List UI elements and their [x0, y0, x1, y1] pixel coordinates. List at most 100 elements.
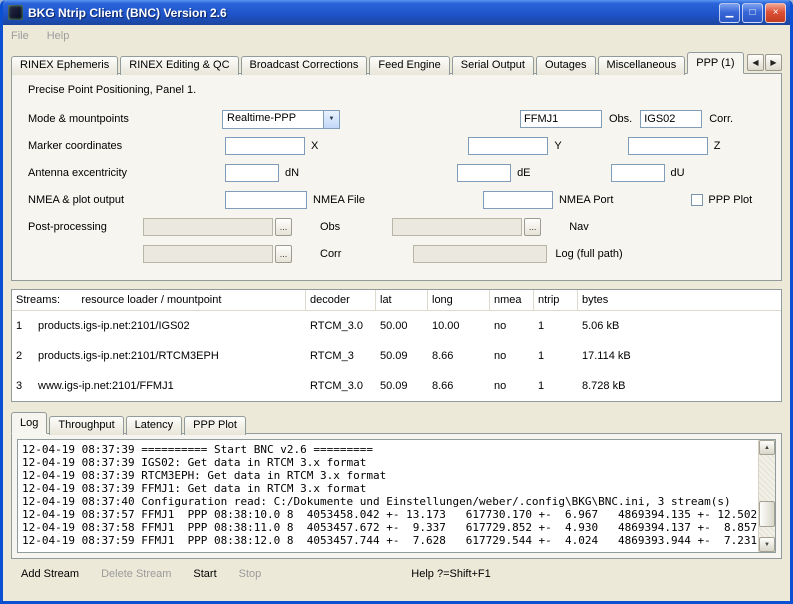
cell-bytes: 5.06 kB — [578, 320, 781, 332]
log-text: 12-04-19 08:37:39 ========== Start BNC v… — [18, 440, 758, 552]
cell-ntrip: 1 — [534, 320, 578, 332]
minimize-button[interactable]: ▁ — [719, 3, 740, 23]
x-label: X — [311, 140, 318, 152]
header-mountpoint: Streams: resource loader / mountpoint — [12, 290, 306, 311]
tab-serial-output[interactable]: Serial Output — [452, 56, 534, 75]
nmea-port-field[interactable] — [483, 191, 553, 209]
cell-mountpoint: www.igs-ip.net:2101/FFMJ1 — [34, 380, 306, 392]
tab-rinex-editing-qc[interactable]: RINEX Editing & QC — [120, 56, 238, 75]
marker-y-field[interactable] — [468, 137, 548, 155]
ppp-mode-combobox[interactable]: Realtime-PPP ▼ — [222, 110, 340, 129]
browse-nav-button[interactable]: ... — [524, 218, 541, 236]
post-corr-field — [143, 245, 273, 263]
close-icon: × — [773, 8, 779, 18]
scroll-down-button[interactable]: ▼ — [759, 537, 775, 552]
chevron-down-icon[interactable]: ▼ — [323, 111, 339, 128]
scroll-up-button[interactable]: ▲ — [759, 440, 775, 455]
browse-corr-button[interactable]: ... — [275, 245, 292, 263]
tab-outages[interactable]: Outages — [536, 56, 596, 75]
tab-broadcast-corrections[interactable]: Broadcast Corrections — [241, 56, 368, 75]
antenna-de-field[interactable] — [457, 164, 511, 182]
nmea-file-field[interactable] — [225, 191, 307, 209]
row-number: 3 — [12, 380, 34, 392]
bottom-tab-bar: Log Throughput Latency PPP Plot — [11, 412, 782, 433]
table-row[interactable]: 3 www.igs-ip.net:2101/FFMJ1 RTCM_3.0 50.… — [12, 371, 781, 401]
du-label: dU — [671, 167, 685, 179]
cell-lat: 50.09 — [376, 380, 428, 392]
log-scrollbar[interactable]: ▲ ▼ — [758, 440, 775, 552]
nmea-file-label: NMEA File — [313, 194, 365, 206]
bottom-action-bar: Add Stream Delete Stream Start Stop Help… — [11, 559, 782, 580]
mode-mountpoints-label: Mode & mountpoints — [22, 113, 222, 125]
dn-label: dN — [285, 167, 299, 179]
table-row[interactable]: 1 products.igs-ip.net:2101/IGS02 RTCM_3.… — [12, 311, 781, 341]
menu-file[interactable]: File — [11, 30, 29, 42]
corr-mountpoint-field[interactable] — [640, 110, 702, 128]
streams-table-header: Streams: resource loader / mountpoint de… — [12, 290, 781, 311]
marker-coordinates-label: Marker coordinates — [22, 140, 222, 152]
form-row-nmea: NMEA & plot output NMEA File NMEA Port P… — [22, 190, 771, 210]
menu-help[interactable]: Help — [47, 30, 70, 42]
title-bar: BKG Ntrip Client (BNC) Version 2.6 ▁ □ × — [3, 0, 790, 25]
maximize-icon: □ — [749, 8, 755, 18]
form-row-postprocessing-1: Post-processing ... Obs ... Nav — [22, 217, 771, 237]
scrollbar-track[interactable] — [759, 455, 775, 537]
antenna-dn-field[interactable] — [225, 164, 279, 182]
tab-scroll-right-button[interactable]: ▶ — [765, 54, 782, 71]
add-stream-button[interactable]: Add Stream — [21, 568, 79, 580]
corr-label: Corr. — [709, 113, 733, 125]
table-row[interactable]: 2 products.igs-ip.net:2101/RTCM3EPH RTCM… — [12, 341, 781, 371]
nmea-plot-output-label: NMEA & plot output — [22, 194, 222, 206]
browse-obs-button[interactable]: ... — [275, 218, 292, 236]
log-panel: 12-04-19 08:37:39 ========== Start BNC v… — [11, 433, 782, 559]
cell-nmea: no — [490, 320, 534, 332]
log-line: 12-04-19 08:37:40 Configuration read: C:… — [22, 495, 754, 508]
start-button[interactable]: Start — [193, 568, 216, 580]
arrow-right-icon: ▶ — [770, 58, 776, 67]
tab-ppp-1[interactable]: PPP (1) — [687, 52, 743, 74]
tab-throughput[interactable]: Throughput — [49, 416, 123, 435]
tab-rinex-ephemeris[interactable]: RINEX Ephemeris — [11, 56, 118, 75]
cell-long: 8.66 — [428, 380, 490, 392]
obs-label: Obs. — [609, 113, 632, 125]
post-obs-label: Obs — [320, 221, 340, 233]
form-row-marker: Marker coordinates X Y Z — [22, 136, 771, 156]
obs-mountpoint-field[interactable] — [520, 110, 602, 128]
scrollbar-thumb[interactable] — [759, 501, 775, 527]
tab-ppp-plot[interactable]: PPP Plot — [184, 416, 246, 435]
log-line: 12-04-19 08:37:39 FFMJ1: Get data in RTC… — [22, 482, 754, 495]
tab-bar: RINEX Ephemeris RINEX Editing & QC Broad… — [11, 52, 782, 73]
cell-lat: 50.00 — [376, 320, 428, 332]
tab-latency[interactable]: Latency — [126, 416, 183, 435]
streams-table: Streams: resource loader / mountpoint de… — [11, 289, 782, 402]
row-number: 2 — [12, 350, 34, 362]
header-long: long — [428, 290, 490, 311]
marker-z-field[interactable] — [628, 137, 708, 155]
ppp-panel: Precise Point Positioning, Panel 1. Mode… — [11, 73, 782, 281]
header-decoder: decoder — [306, 290, 376, 311]
tab-miscellaneous[interactable]: Miscellaneous — [598, 56, 686, 75]
panel-title: Precise Point Positioning, Panel 1. — [28, 84, 771, 96]
de-label: dE — [517, 167, 530, 179]
main-content: RINEX Ephemeris RINEX Editing & QC Broad… — [3, 46, 790, 580]
nmea-port-label: NMEA Port — [559, 194, 613, 206]
tab-log[interactable]: Log — [11, 412, 47, 434]
log-output: 12-04-19 08:37:39 ========== Start BNC v… — [17, 439, 776, 553]
delete-stream-button[interactable]: Delete Stream — [101, 568, 171, 580]
cell-ntrip: 1 — [534, 380, 578, 392]
close-button[interactable]: × — [765, 3, 786, 23]
ppp-plot-checkbox[interactable] — [691, 194, 703, 206]
marker-x-field[interactable] — [225, 137, 305, 155]
tab-scroll-left-button[interactable]: ◀ — [747, 54, 764, 71]
antenna-du-field[interactable] — [611, 164, 665, 182]
stop-button[interactable]: Stop — [239, 568, 262, 580]
cell-bytes: 8.728 kB — [578, 380, 781, 392]
post-log-field — [413, 245, 547, 263]
maximize-button[interactable]: □ — [742, 3, 763, 23]
ppp-plot-label: PPP Plot — [708, 194, 752, 206]
minimize-icon: ▁ — [726, 8, 734, 18]
window-controls: ▁ □ × — [719, 3, 786, 23]
tab-feed-engine[interactable]: Feed Engine — [369, 56, 449, 75]
post-processing-label: Post-processing — [22, 221, 140, 233]
form-row-mode: Mode & mountpoints Realtime-PPP ▼ Obs. C… — [22, 109, 771, 129]
